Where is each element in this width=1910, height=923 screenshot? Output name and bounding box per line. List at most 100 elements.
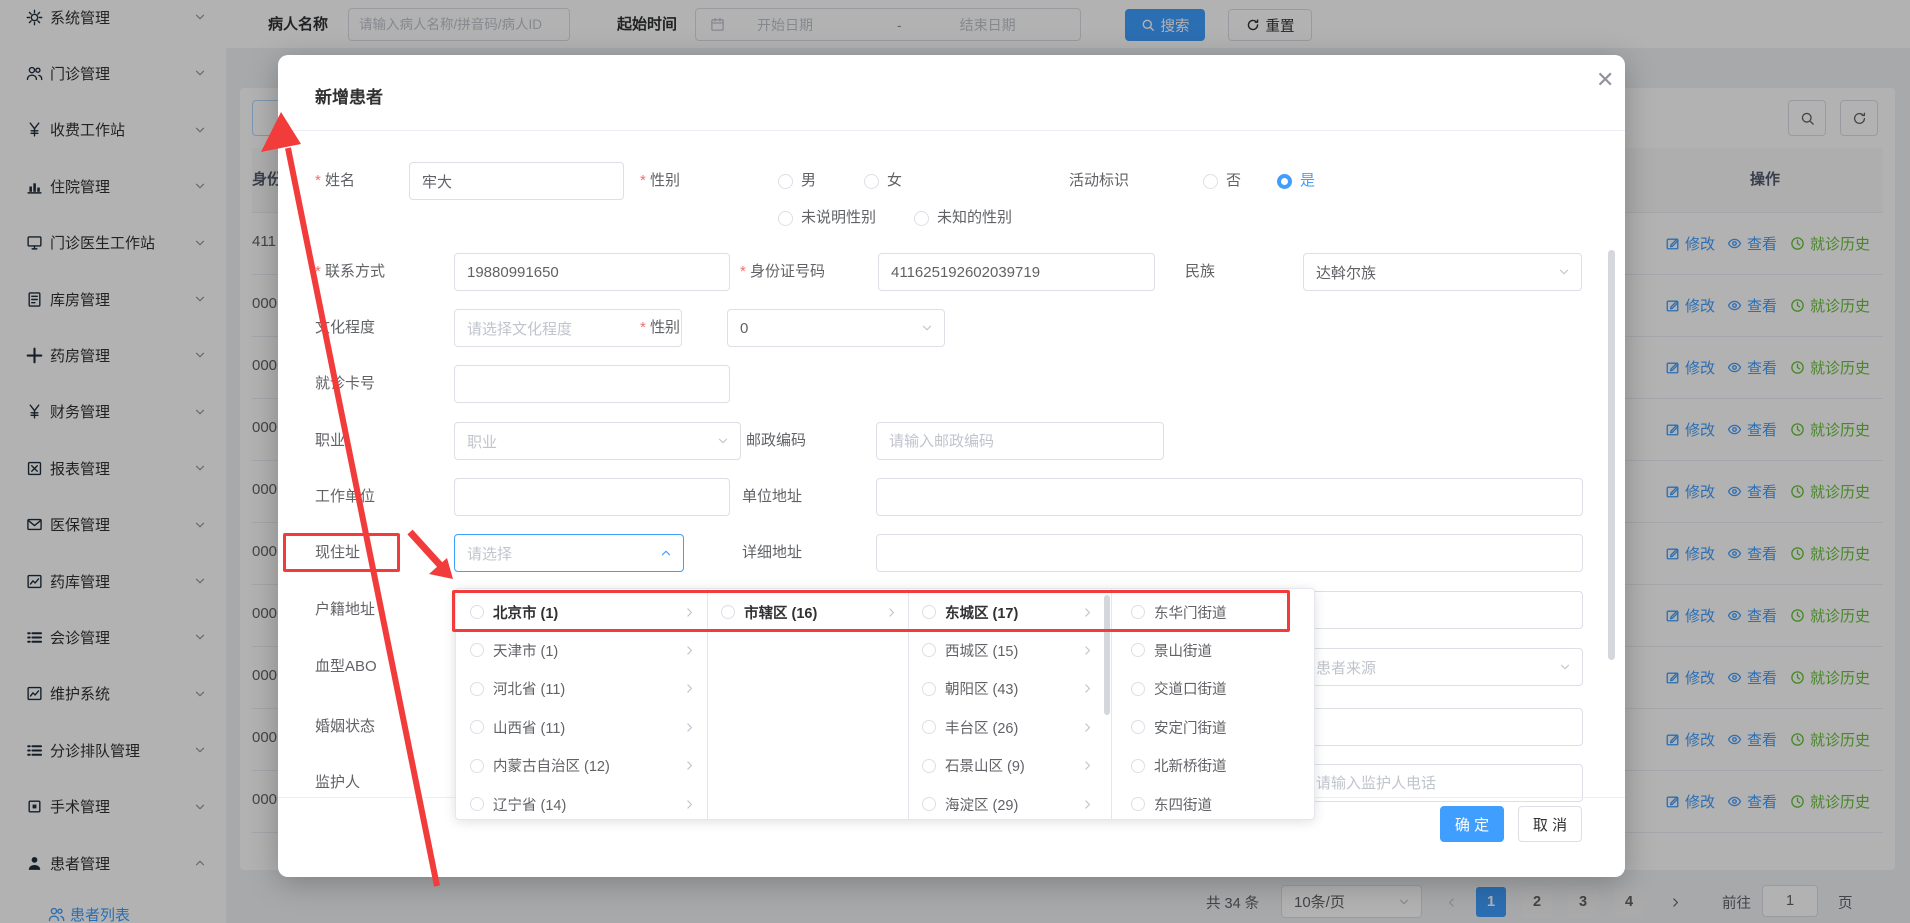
occupation-select[interactable]: 职业 bbox=[454, 422, 741, 460]
cascader-column-district: 东城区 (17)西城区 (15)朝阳区 (43)丰台区 (26)石景山区 (9)… bbox=[908, 593, 1104, 817]
postal-code-input[interactable] bbox=[876, 422, 1164, 460]
close-icon[interactable]: ✕ bbox=[1596, 69, 1614, 91]
chevron-right-icon bbox=[1081, 759, 1094, 772]
ethnicity-label: 民族 bbox=[1185, 253, 1215, 291]
app-window: 系统管理门诊管理收费工作站住院管理门诊医生工作站库房管理药房管理财务管理报表管理… bbox=[0, 0, 1910, 923]
chevron-down-icon bbox=[920, 321, 934, 335]
marital-status-label: 婚姻状态 bbox=[315, 708, 375, 746]
active-flag-radio-no[interactable]: 否 bbox=[1203, 162, 1241, 200]
cascader-option-province[interactable]: 北京市 (1) bbox=[456, 593, 706, 631]
detail-address-label: 详细地址 bbox=[742, 534, 802, 572]
gender-radio-unknown[interactable]: 未知的性别 bbox=[914, 199, 1012, 237]
radio-icon bbox=[1131, 643, 1145, 657]
radio-icon bbox=[1131, 797, 1145, 811]
unit-address-label: 单位地址 bbox=[742, 478, 802, 516]
cascader-option-street[interactable]: 交道口街道 bbox=[1117, 670, 1315, 708]
cascader-option-province[interactable]: 天津市 (1) bbox=[456, 631, 706, 669]
patient-source-select[interactable]: 患者来源 bbox=[1303, 648, 1583, 686]
radio-icon bbox=[470, 605, 484, 619]
work-unit-input[interactable] bbox=[454, 478, 730, 516]
chevron-right-icon bbox=[683, 682, 696, 695]
cascader-column-province: 北京市 (1)天津市 (1)河北省 (11)山西省 (11)内蒙古自治区 (12… bbox=[456, 593, 706, 817]
gender-radio-female[interactable]: 女 bbox=[864, 162, 902, 200]
visit-card-input[interactable] bbox=[454, 365, 730, 403]
radio-icon bbox=[1131, 682, 1145, 696]
address-cascader-dropdown: 北京市 (1)天津市 (1)河北省 (11)山西省 (11)内蒙古自治区 (12… bbox=[455, 588, 1315, 820]
radio-icon bbox=[470, 643, 484, 657]
cascader-scrollbar[interactable] bbox=[1104, 595, 1110, 715]
current-address-label: 现住址 bbox=[315, 534, 360, 572]
chevron-right-icon bbox=[683, 721, 696, 734]
gender-radio-male[interactable]: 男 bbox=[778, 162, 816, 200]
gender-code-select[interactable]: 0 bbox=[727, 309, 945, 347]
radio-icon bbox=[922, 720, 936, 734]
visit-card-label: 就诊卡号 bbox=[315, 365, 375, 403]
cascader-option-street[interactable]: 北新桥街道 bbox=[1117, 747, 1315, 785]
radio-icon bbox=[721, 605, 735, 619]
cascader-option-street[interactable]: 东华门街道 bbox=[1117, 593, 1315, 631]
radio-icon bbox=[470, 682, 484, 696]
chevron-right-icon bbox=[1081, 606, 1094, 619]
cascader-column-city: 市辖区 (16) bbox=[707, 593, 908, 817]
active-flag-radio-yes[interactable]: 是 bbox=[1277, 162, 1315, 200]
cascader-option-street[interactable]: 安定门街道 bbox=[1117, 708, 1315, 746]
detail-address-input[interactable] bbox=[876, 534, 1583, 572]
radio-icon bbox=[470, 759, 484, 773]
cascader-option-district[interactable]: 西城区 (15) bbox=[908, 631, 1104, 669]
chevron-right-icon bbox=[1081, 644, 1094, 657]
chevron-right-icon bbox=[683, 644, 696, 657]
cascader-option-district[interactable]: 朝阳区 (43) bbox=[908, 670, 1104, 708]
radio-icon bbox=[1131, 759, 1145, 773]
radio-icon bbox=[922, 605, 936, 619]
cascader-option-district[interactable]: 丰台区 (26) bbox=[908, 708, 1104, 746]
blood-type-label: 血型ABO bbox=[315, 648, 377, 686]
chevron-right-icon bbox=[885, 606, 898, 619]
cascader-option-province[interactable]: 内蒙古自治区 (12) bbox=[456, 747, 706, 785]
modal-title: 新增患者 bbox=[315, 83, 383, 108]
radio-icon bbox=[1131, 720, 1145, 734]
chevron-up-icon bbox=[659, 546, 673, 560]
chevron-right-icon bbox=[683, 798, 696, 811]
radio-icon bbox=[1131, 605, 1145, 619]
cascader-option-province[interactable]: 山西省 (11) bbox=[456, 708, 706, 746]
cascader-option-city[interactable]: 市辖区 (16) bbox=[707, 593, 908, 631]
name-input[interactable] bbox=[409, 162, 624, 200]
ethnicity-select[interactable]: 达斡尔族 bbox=[1303, 253, 1582, 291]
cascader-option-street[interactable]: 景山街道 bbox=[1117, 631, 1315, 669]
id-number-label: 身份证号码 bbox=[740, 253, 825, 291]
gender-radio-unstated[interactable]: 未说明性别 bbox=[778, 199, 876, 237]
contact-input[interactable] bbox=[454, 253, 730, 291]
cascader-option-street[interactable]: 东四街道 bbox=[1117, 785, 1315, 823]
gender-label: 性别 bbox=[640, 162, 680, 200]
cascader-option-province[interactable]: 辽宁省 (14) bbox=[456, 785, 706, 823]
contact-label: 联系方式 bbox=[315, 253, 385, 291]
cascader-option-province[interactable]: 河北省 (11) bbox=[456, 670, 706, 708]
postal-code-label: 邮政编码 bbox=[746, 422, 806, 460]
occupation-label: 职业 bbox=[315, 422, 345, 460]
modal-scrollbar[interactable] bbox=[1608, 250, 1615, 660]
cascader-option-district[interactable]: 石景山区 (9) bbox=[908, 747, 1104, 785]
chevron-down-icon bbox=[1557, 265, 1571, 279]
gender-code-label: 性别 bbox=[640, 309, 680, 347]
cascader-option-district[interactable]: 海淀区 (29) bbox=[908, 785, 1104, 823]
unit-address-input[interactable] bbox=[876, 478, 1583, 516]
radio-icon bbox=[922, 759, 936, 773]
id-number-input[interactable] bbox=[878, 253, 1155, 291]
radio-icon bbox=[470, 720, 484, 734]
current-address-cascader-select[interactable]: 请选择 bbox=[454, 534, 684, 572]
radio-icon bbox=[922, 797, 936, 811]
chevron-down-icon bbox=[1558, 660, 1572, 674]
chevron-right-icon bbox=[1081, 721, 1094, 734]
name-label: 姓名 bbox=[315, 162, 355, 200]
chevron-down-icon bbox=[716, 434, 730, 448]
radio-icon bbox=[922, 643, 936, 657]
confirm-button[interactable]: 确 定 bbox=[1440, 806, 1504, 842]
radio-icon bbox=[922, 682, 936, 696]
education-label: 文化程度 bbox=[315, 309, 375, 347]
chevron-right-icon bbox=[683, 606, 696, 619]
active-flag-label: 活动标识 bbox=[1069, 162, 1129, 200]
cascader-option-district[interactable]: 东城区 (17) bbox=[908, 593, 1104, 631]
cancel-button[interactable]: 取 消 bbox=[1518, 806, 1582, 842]
chevron-right-icon bbox=[683, 759, 696, 772]
chevron-right-icon bbox=[1081, 682, 1094, 695]
